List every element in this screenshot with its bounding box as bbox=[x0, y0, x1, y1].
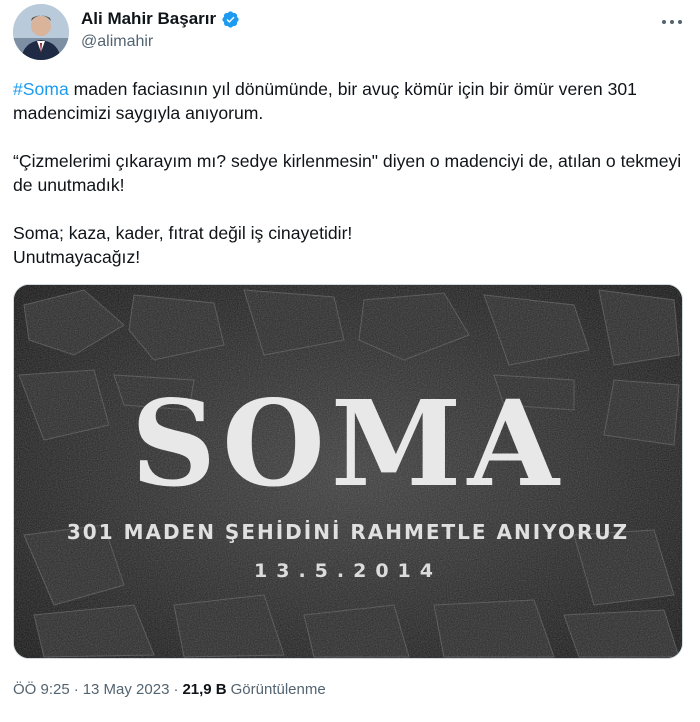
tweet-paragraph-1: #Soma maden faciasının yıl dönümünde, bi… bbox=[13, 77, 685, 125]
paragraph-1-text: maden faciasının yıl dönümünde, bir avuç… bbox=[13, 79, 637, 123]
tweet: Ali Mahir Başarır @alimahir #Soma maden … bbox=[0, 0, 700, 722]
image-subtitle: 301 MADEN ŞEHİDİNİ RAHMETLE ANIYORUZ bbox=[67, 520, 629, 544]
views-count[interactable]: 21,9 B bbox=[182, 681, 226, 698]
tweet-text: #Soma maden faciasının yıl dönümünde, bi… bbox=[13, 77, 685, 269]
meta-separator: · bbox=[73, 681, 79, 698]
tweet-paragraph-3-line-1: Soma; kaza, kader, fıtrat değil iş cinay… bbox=[13, 223, 353, 243]
tweet-paragraph-3-line-2: Unutmayacağız! bbox=[13, 247, 141, 267]
tweet-meta: ÖÖ 9:25 · 13 May 2023 · 21,9 B Görüntüle… bbox=[13, 681, 326, 698]
author-handle[interactable]: @alimahir bbox=[81, 33, 153, 51]
tweet-paragraph-2: “Çizmelerimi çıkarayım mı? sedye kirlenm… bbox=[13, 151, 682, 195]
verified-badge-icon bbox=[222, 10, 239, 28]
tweet-date[interactable]: 13 May 2023 bbox=[83, 681, 170, 698]
avatar[interactable] bbox=[13, 4, 69, 60]
author-name-row: Ali Mahir Başarır bbox=[81, 9, 240, 29]
image-headline: SOMA bbox=[131, 374, 565, 513]
hashtag-link[interactable]: #Soma bbox=[13, 79, 69, 99]
views-label: Görüntülenme bbox=[230, 681, 326, 698]
author-name[interactable]: Ali Mahir Başarır bbox=[81, 9, 216, 29]
more-dots-icon bbox=[662, 20, 682, 24]
tweet-image[interactable]: SOMA 301 MADEN ŞEHİDİNİ RAHMETLE ANIYORU… bbox=[13, 284, 683, 659]
image-date: 13.5.2014 bbox=[254, 560, 442, 582]
meta-separator: · bbox=[173, 681, 179, 698]
tweet-time[interactable]: ÖÖ 9:25 bbox=[13, 681, 70, 698]
more-button[interactable] bbox=[658, 12, 686, 32]
